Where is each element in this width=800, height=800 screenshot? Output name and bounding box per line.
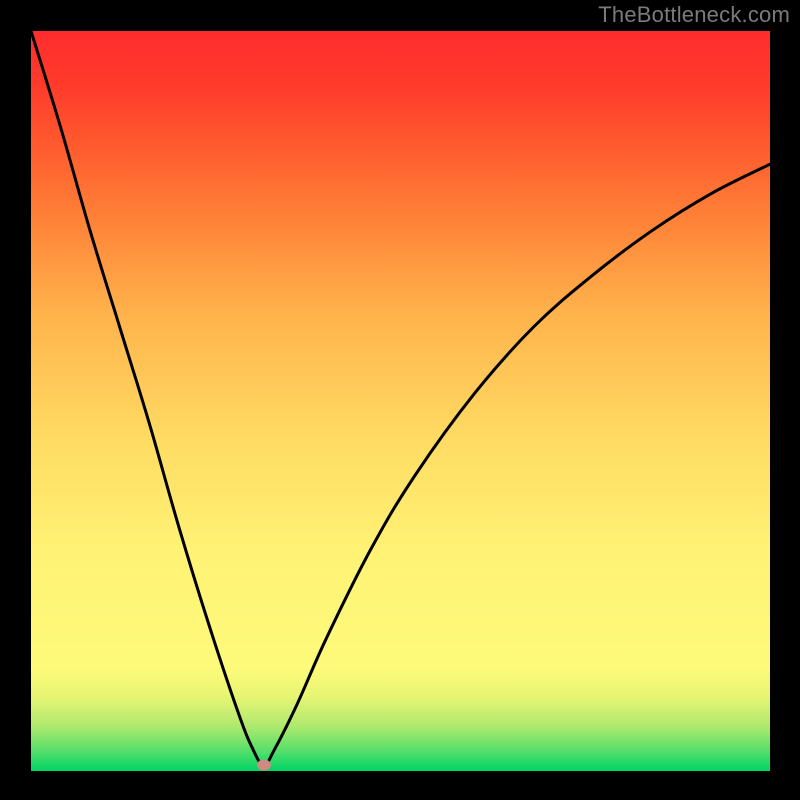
- chart-frame: TheBottleneck.com: [0, 0, 800, 800]
- optimal-point-marker: [257, 760, 271, 771]
- bottleneck-curve: [31, 31, 770, 771]
- watermark-text: TheBottleneck.com: [598, 2, 790, 28]
